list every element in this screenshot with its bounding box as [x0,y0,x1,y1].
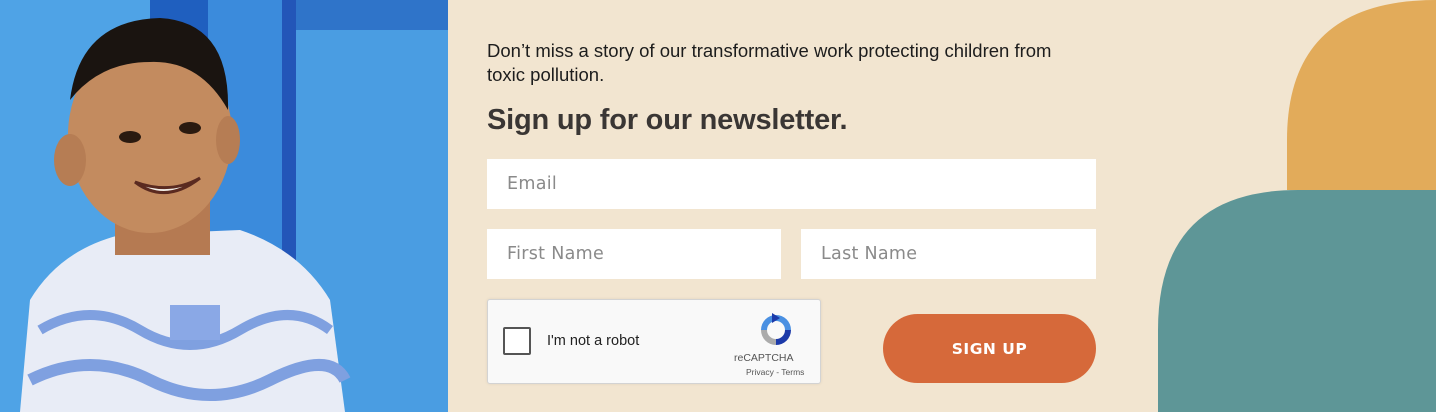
recaptcha-widget: I'm not a robot reCAPTCHA Privacy - Term… [487,299,821,384]
email-field[interactable] [487,159,1096,209]
orange-arch-shape [1287,0,1436,190]
intro-text: Don’t miss a story of our transformative… [487,40,1052,85]
last-name-field[interactable] [801,229,1096,279]
recaptcha-icon [761,313,791,345]
newsletter-heading: Sign up for our newsletter. [487,104,848,136]
recaptcha-links: Privacy - Terms [746,367,804,377]
recaptcha-checkbox-label: I'm not a robot [547,333,640,349]
child-photo-illustration [0,0,448,412]
recaptcha-brand: reCAPTCHA [734,352,794,364]
teal-arch-shape [1158,190,1436,412]
sign-up-button[interactable]: SIGN UP [883,314,1096,383]
recaptcha-checkbox[interactable] [503,327,531,355]
privacy-link[interactable]: Privacy [746,367,774,377]
decorative-shapes [1158,0,1436,412]
hero-photo [0,0,448,412]
first-name-field[interactable] [487,229,781,279]
terms-link[interactable]: Terms [781,367,804,377]
